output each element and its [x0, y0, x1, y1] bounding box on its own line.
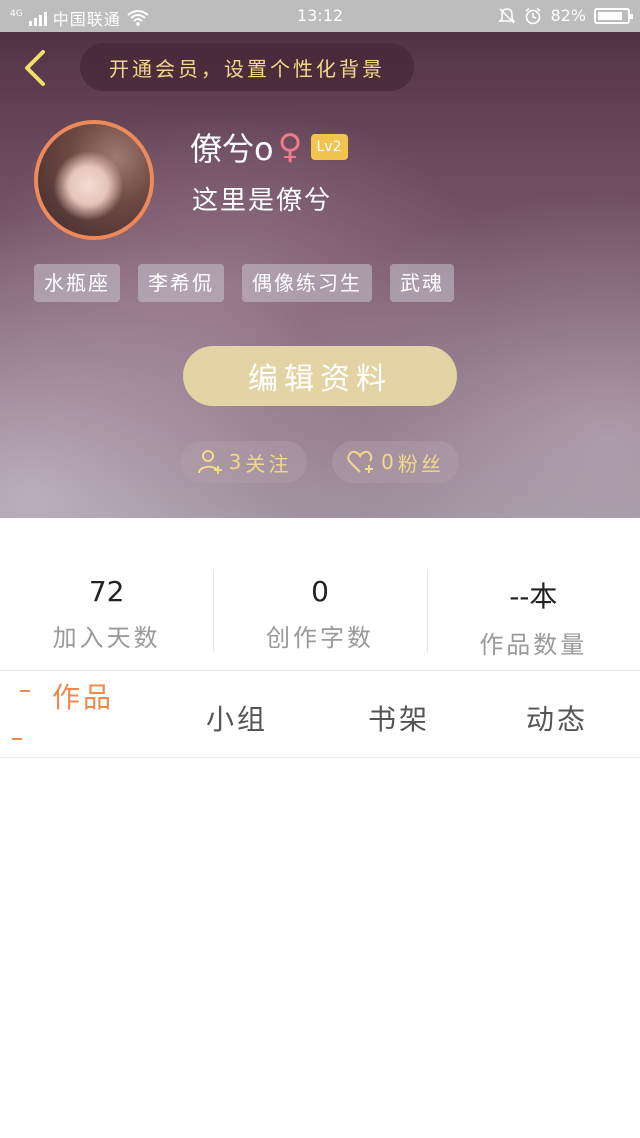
battery-icon	[594, 7, 633, 24]
stat-word-count: 0 创作字数	[213, 555, 426, 665]
stat-works-count: --本 作品数量	[426, 555, 640, 665]
stat-label: 加入天数	[52, 624, 161, 652]
tag-item[interactable]: 武魂	[390, 264, 454, 302]
tag-item[interactable]: 偶像练习生	[242, 264, 372, 302]
active-tab-indicator	[20, 690, 30, 692]
fans-label: 粉丝	[397, 451, 444, 476]
chevron-left-icon	[25, 50, 45, 86]
profile-header: 4G 中国联通 13:12 82% 开通会员，设置个性化背景 僚兮o ♀ Lv2…	[0, 0, 640, 518]
stats-row: 72 加入天数 0 创作字数 --本 作品数量	[0, 555, 640, 665]
back-button[interactable]	[14, 46, 54, 90]
vip-banner[interactable]: 开通会员，设置个性化背景	[80, 43, 414, 91]
tab-works[interactable]: 作品	[52, 676, 114, 716]
stat-label: 作品数量	[479, 631, 588, 659]
active-tab-indicator	[12, 738, 22, 740]
fans-count: 0	[381, 450, 394, 474]
battery-percent: 82%	[550, 6, 586, 25]
stat-value: --本	[509, 580, 558, 613]
stat-value: 0	[311, 575, 329, 608]
status-bar: 4G 中国联通 13:12 82%	[0, 0, 640, 32]
stat-label: 创作字数	[265, 624, 374, 652]
divider	[0, 670, 640, 671]
tag-item[interactable]: 水瓶座	[34, 264, 120, 302]
stat-value: 72	[88, 575, 125, 608]
level-badge: Lv2	[310, 134, 348, 160]
female-icon: ♀	[277, 127, 303, 167]
tab-content-area	[0, 758, 640, 1138]
tab-feed[interactable]: 动态	[526, 698, 588, 738]
stat-join-days: 72 加入天数	[0, 555, 213, 665]
following-count: 3	[228, 450, 242, 474]
avatar[interactable]	[34, 120, 154, 240]
heart-add-icon	[347, 450, 374, 473]
status-right: 82%	[498, 6, 633, 25]
tab-groups[interactable]: 小组	[206, 698, 268, 738]
following-label: 关注	[245, 451, 292, 476]
bio-text: 这里是僚兮	[192, 186, 333, 216]
fans-button[interactable]: 0 粉丝	[332, 441, 459, 483]
tag-item[interactable]: 李希侃	[138, 264, 224, 302]
nickname-row: 僚兮o ♀ Lv2	[190, 124, 348, 170]
edit-profile-button[interactable]: 编辑资料	[183, 346, 457, 406]
bell-muted-icon	[498, 7, 517, 24]
add-user-icon	[197, 450, 222, 474]
nickname: 僚兮o	[190, 130, 274, 168]
tag-list: 水瓶座 李希侃 偶像练习生 武魂	[34, 264, 454, 302]
following-button[interactable]: 3 关注	[181, 441, 307, 483]
tab-bookshelf[interactable]: 书架	[368, 698, 430, 738]
alarm-icon	[525, 7, 541, 24]
